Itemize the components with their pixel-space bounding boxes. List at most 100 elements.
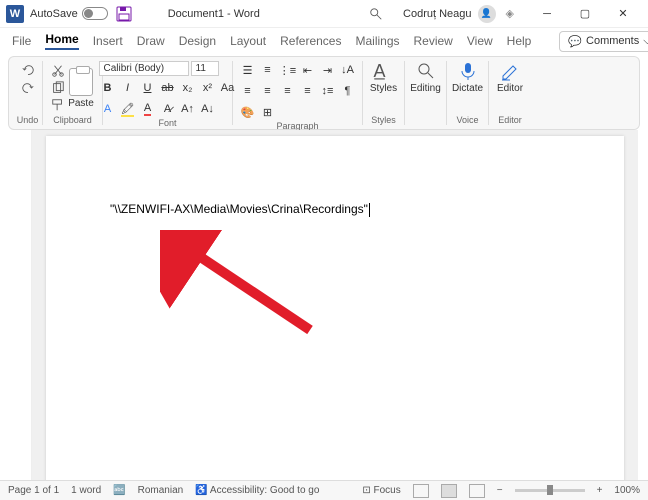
cut-icon[interactable]: [51, 64, 65, 78]
dictate-button[interactable]: Dictate: [448, 61, 487, 115]
dictate-label: Dictate: [452, 83, 483, 94]
paste-label: Paste: [68, 98, 94, 109]
highlight-button[interactable]: 🖍: [119, 100, 137, 118]
print-layout-button[interactable]: [441, 484, 457, 498]
accessibility-indicator[interactable]: ♿ Accessibility: Good to go: [195, 485, 319, 496]
chevron-down-icon: ⌵: [643, 35, 648, 48]
username: Codruț Neagu: [403, 8, 472, 20]
tab-mailings[interactable]: Mailings: [355, 34, 399, 48]
font-group-label: Font: [158, 118, 176, 128]
bullets-button[interactable]: ☰: [239, 61, 257, 79]
tab-design[interactable]: Design: [179, 34, 216, 48]
minimize-button[interactable]: ─: [528, 0, 566, 28]
save-icon[interactable]: [116, 6, 132, 22]
font-size-select[interactable]: 11: [191, 61, 219, 76]
group-clipboard: Paste Clipboard: [43, 61, 103, 125]
focus-mode-button[interactable]: ⊡ Focus: [362, 485, 400, 496]
accessibility-icon: ♿: [195, 485, 207, 496]
tab-insert[interactable]: Insert: [93, 34, 123, 48]
font-color-button[interactable]: A: [139, 100, 157, 118]
align-left-button[interactable]: ≡: [239, 82, 257, 100]
numbering-button[interactable]: ≡: [259, 61, 277, 79]
vertical-ruler[interactable]: [18, 130, 32, 480]
focus-label: Focus: [374, 485, 401, 496]
clipboard-icon: [69, 68, 93, 96]
read-mode-button[interactable]: [413, 484, 429, 498]
styles-label: Styles: [370, 83, 397, 94]
align-right-button[interactable]: ≡: [279, 82, 297, 100]
page[interactable]: "\\ZENWIFI-AX\Media\Movies\Crina\Recordi…: [46, 136, 624, 480]
editing-button[interactable]: Editing: [406, 61, 445, 125]
tab-view[interactable]: View: [467, 34, 493, 48]
text-effects-button[interactable]: A: [99, 100, 117, 118]
document-text[interactable]: "\\ZENWIFI-AX\Media\Movies\Crina\Recordi…: [110, 202, 370, 217]
styles-button[interactable]: A̲ Styles: [366, 61, 401, 115]
toggle-off-icon[interactable]: [82, 7, 108, 20]
undo-icon[interactable]: [21, 63, 35, 77]
clear-format-button[interactable]: A̷: [159, 100, 177, 118]
tab-review[interactable]: Review: [414, 34, 453, 48]
spell-check-icon[interactable]: 🔤: [113, 485, 125, 496]
format-painter-icon[interactable]: [51, 98, 65, 112]
web-layout-button[interactable]: [469, 484, 485, 498]
tab-references[interactable]: References: [280, 34, 341, 48]
line-spacing-button[interactable]: ↕≡: [319, 82, 337, 100]
align-center-button[interactable]: ≡: [259, 82, 277, 100]
editor-button[interactable]: Editor: [493, 61, 527, 115]
shading-button[interactable]: 🎨: [239, 103, 257, 121]
tab-file[interactable]: File: [12, 34, 31, 48]
voice-group-label: Voice: [456, 115, 478, 125]
word-count[interactable]: 1 word: [71, 485, 101, 496]
zoom-level[interactable]: 100%: [614, 485, 640, 496]
search-icon[interactable]: [369, 7, 383, 21]
show-marks-button[interactable]: ¶: [339, 82, 357, 100]
italic-button[interactable]: I: [119, 79, 137, 97]
diamond-icon[interactable]: ◈: [506, 7, 514, 20]
decrease-indent-button[interactable]: ⇤: [299, 61, 317, 79]
shrink-font-button[interactable]: A↓: [199, 100, 217, 118]
superscript-button[interactable]: x²: [199, 79, 217, 97]
microphone-icon: [458, 61, 478, 81]
tab-help[interactable]: Help: [507, 34, 532, 48]
group-editing: Editing: [405, 61, 447, 125]
editor-group-label: Editor: [498, 115, 522, 125]
language-indicator[interactable]: Romanian: [138, 485, 184, 496]
avatar-icon[interactable]: 👤: [478, 5, 496, 23]
maximize-button[interactable]: ▢: [566, 0, 604, 28]
tab-draw[interactable]: Draw: [137, 34, 165, 48]
paste-button[interactable]: Paste: [68, 68, 94, 109]
increase-indent-button[interactable]: ⇥: [319, 61, 337, 79]
justify-button[interactable]: ≡: [299, 82, 317, 100]
group-paragraph: ☰ ≡ ⋮≡ ⇤ ⇥ ↓A ≡ ≡ ≡ ≡ ↕≡ ¶ 🎨 ⊞ Paragraph: [233, 61, 363, 125]
group-editor: Editor Editor: [489, 61, 531, 125]
clipboard-group-label: Clipboard: [53, 115, 92, 125]
grow-font-button[interactable]: A↑: [179, 100, 197, 118]
editor-icon: [500, 61, 520, 81]
editor-label: Editor: [497, 83, 523, 94]
tab-layout[interactable]: Layout: [230, 34, 266, 48]
underline-button[interactable]: U: [139, 79, 157, 97]
strike-button[interactable]: ab: [159, 79, 177, 97]
group-font: Calibri (Body) 11 B I U ab x₂ x² Aa A 🖍 …: [103, 61, 233, 125]
text-cursor: [369, 203, 370, 217]
editing-label: Editing: [410, 83, 441, 94]
zoom-in-button[interactable]: +: [597, 485, 603, 496]
redo-icon[interactable]: [21, 81, 35, 95]
multilevel-button[interactable]: ⋮≡: [279, 61, 297, 79]
font-name-select[interactable]: Calibri (Body): [99, 61, 189, 76]
focus-icon: ⊡: [362, 485, 370, 496]
copy-icon[interactable]: [51, 81, 65, 95]
close-button[interactable]: ✕: [604, 0, 642, 28]
zoom-out-button[interactable]: −: [497, 485, 503, 496]
page-indicator[interactable]: Page 1 of 1: [8, 485, 59, 496]
comments-button[interactable]: 💬 Comments ⌵: [559, 31, 648, 52]
sort-button[interactable]: ↓A: [339, 61, 357, 79]
title-bar: W AutoSave Document1 - Word Codruț Neagu…: [0, 0, 648, 28]
tab-home[interactable]: Home: [45, 32, 78, 50]
borders-button[interactable]: ⊞: [259, 103, 277, 121]
zoom-slider[interactable]: [515, 489, 585, 492]
autosave-toggle[interactable]: AutoSave: [30, 7, 108, 20]
group-styles: A̲ Styles Styles: [363, 61, 405, 125]
subscript-button[interactable]: x₂: [179, 79, 197, 97]
bold-button[interactable]: B: [99, 79, 117, 97]
